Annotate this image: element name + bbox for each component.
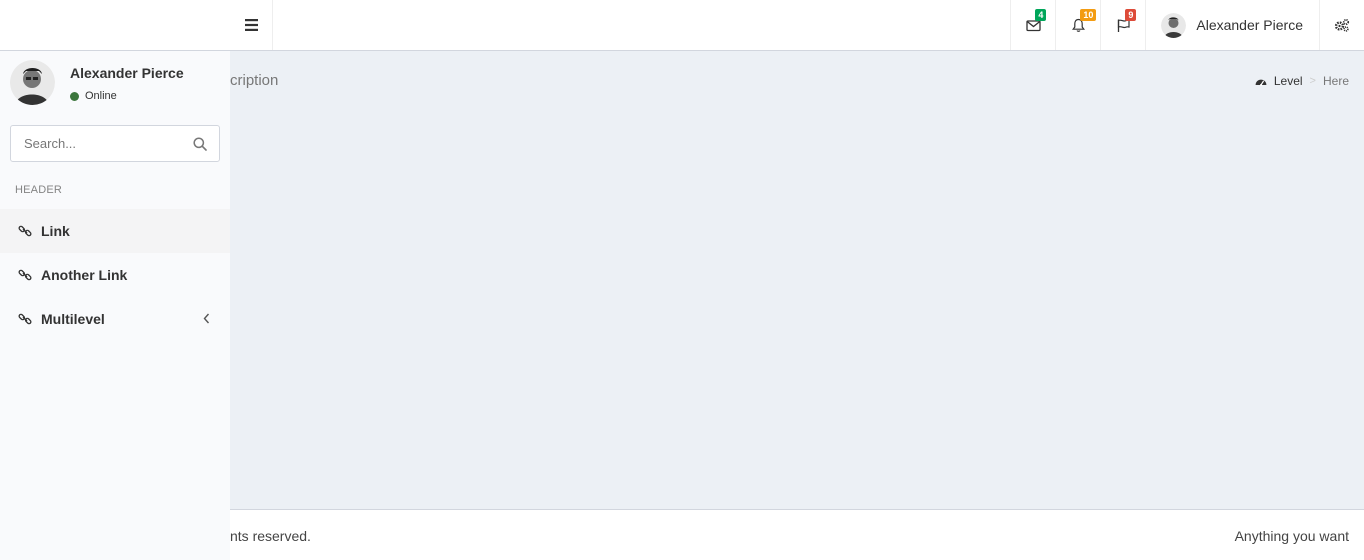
link-icon — [18, 225, 32, 237]
content-header: cription Level > Here — [230, 51, 1364, 111]
tasks-badge: 9 — [1125, 9, 1137, 21]
link-icon — [18, 313, 32, 325]
breadcrumb: Level > Here — [1255, 74, 1349, 88]
status-dot-icon — [70, 91, 79, 101]
footer-right-text: Anything you want — [1234, 528, 1349, 544]
sidebar-user-name: Alexander Pierce — [70, 65, 184, 81]
user-avatar — [1161, 12, 1187, 38]
tasks-menu[interactable]: 9 — [1100, 0, 1145, 50]
chevron-left-icon — [203, 313, 210, 324]
breadcrumb-separator: > — [1309, 75, 1316, 87]
sidebar-item-another-link[interactable]: Another Link — [0, 253, 230, 297]
user-panel: Alexander Pierce Online — [0, 51, 230, 111]
messages-menu[interactable]: 4 — [1010, 0, 1055, 50]
sidebar-item-link[interactable]: Link — [0, 209, 230, 253]
footer-copyright: nts reserved. — [230, 528, 311, 544]
sidebar-search-input[interactable] — [11, 126, 181, 161]
sidebar-search-form — [10, 125, 220, 162]
sidebar-user-avatar — [10, 60, 55, 105]
search-icon[interactable] — [193, 137, 207, 151]
sidebar-item-label: Another Link — [41, 267, 128, 283]
main-header: 4 10 9 Alexander Pierce — [0, 0, 1364, 51]
menu-header: HEADER — [15, 184, 63, 196]
notifications-badge: 10 — [1080, 9, 1097, 21]
breadcrumb-level-link[interactable]: Level — [1274, 74, 1303, 88]
link-icon — [18, 269, 32, 281]
user-name: Alexander Pierce — [1196, 17, 1303, 33]
control-sidebar-toggle[interactable] — [1319, 0, 1364, 50]
messages-badge: 4 — [1035, 9, 1047, 21]
user-menu[interactable]: Alexander Pierce — [1145, 0, 1319, 50]
dashboard-icon — [1255, 79, 1267, 86]
sidebar-toggle-button[interactable] — [230, 0, 273, 50]
notifications-menu[interactable]: 10 — [1055, 0, 1100, 50]
breadcrumb-current: Here — [1322, 74, 1349, 88]
sidebar-item-label: Link — [41, 223, 70, 239]
hamburger-icon — [244, 19, 258, 31]
navbar-custom-menu: 4 10 9 Alexander Pierce — [1010, 0, 1364, 50]
sidebar-menu: Link Another Link Multilevel — [0, 209, 230, 341]
main-sidebar: Alexander Pierce Online HEADER Link Anot… — [0, 51, 230, 560]
sidebar-item-label: Multilevel — [41, 311, 105, 327]
sidebar-item-multilevel[interactable]: Multilevel — [0, 297, 230, 341]
logo-area — [0, 0, 230, 50]
user-status: Online — [70, 90, 117, 102]
page-description: cription — [230, 72, 279, 89]
user-status-label: Online — [85, 90, 117, 102]
gears-icon — [1334, 18, 1350, 32]
